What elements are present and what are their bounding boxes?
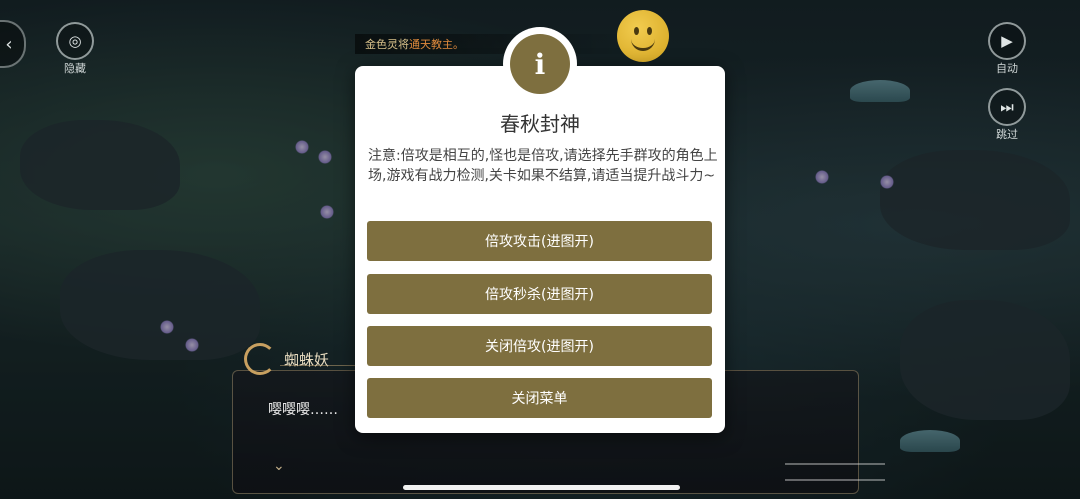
smiley-mouth [631, 36, 655, 51]
announcement-banner: 金色灵将 通天教主。 [355, 34, 635, 54]
double-attack-button[interactable]: 倍攻攻击(进图开) [367, 221, 712, 261]
skip-button[interactable]: ⏭ 跳过 [988, 88, 1026, 142]
info-icon: i [510, 34, 570, 94]
hide-button[interactable]: ◎ 隐藏 [56, 22, 94, 76]
smiley-eye [647, 27, 652, 35]
close-menu-button[interactable]: 关闭菜单 [367, 378, 712, 418]
auto-label: 自动 [996, 62, 1018, 75]
disable-double-button[interactable]: 关闭倍攻(进图开) [367, 326, 712, 366]
smiley-eye [634, 27, 639, 35]
modal-title: 春秋封神 [500, 112, 580, 136]
chevron-down-icon[interactable]: ⌄ [273, 458, 285, 474]
info-badge: i [503, 27, 577, 101]
speaker-name: 蜘蛛妖 [284, 350, 330, 369]
smiley-face-icon[interactable] [617, 10, 669, 62]
dialogue-text: 嘤嘤嘤…… [268, 402, 338, 418]
fast-forward-icon: ⏭ [988, 88, 1026, 126]
hide-label: 隐藏 [64, 62, 86, 75]
auto-button[interactable]: ▶ 自动 [988, 22, 1026, 76]
modal-note: 注意:倍攻是相互的,怪也是倍攻,请选择先手群攻的角色上场,游戏有战力检测,关卡如… [368, 148, 718, 184]
play-icon: ▶ [988, 22, 1026, 60]
speaker-underline [280, 365, 360, 366]
speed-lines-decoration [785, 463, 885, 481]
banner-text: 金色灵将 [365, 38, 409, 51]
dialogue-speaker: 蜘蛛妖 [244, 343, 329, 375]
moon-icon [244, 343, 276, 375]
banner-highlight: 通天教主。 [409, 38, 464, 51]
skip-label: 跳过 [996, 128, 1018, 141]
home-indicator[interactable] [403, 485, 680, 490]
hide-icon: ◎ [56, 22, 94, 60]
double-kill-button[interactable]: 倍攻秒杀(进图开) [367, 274, 712, 314]
